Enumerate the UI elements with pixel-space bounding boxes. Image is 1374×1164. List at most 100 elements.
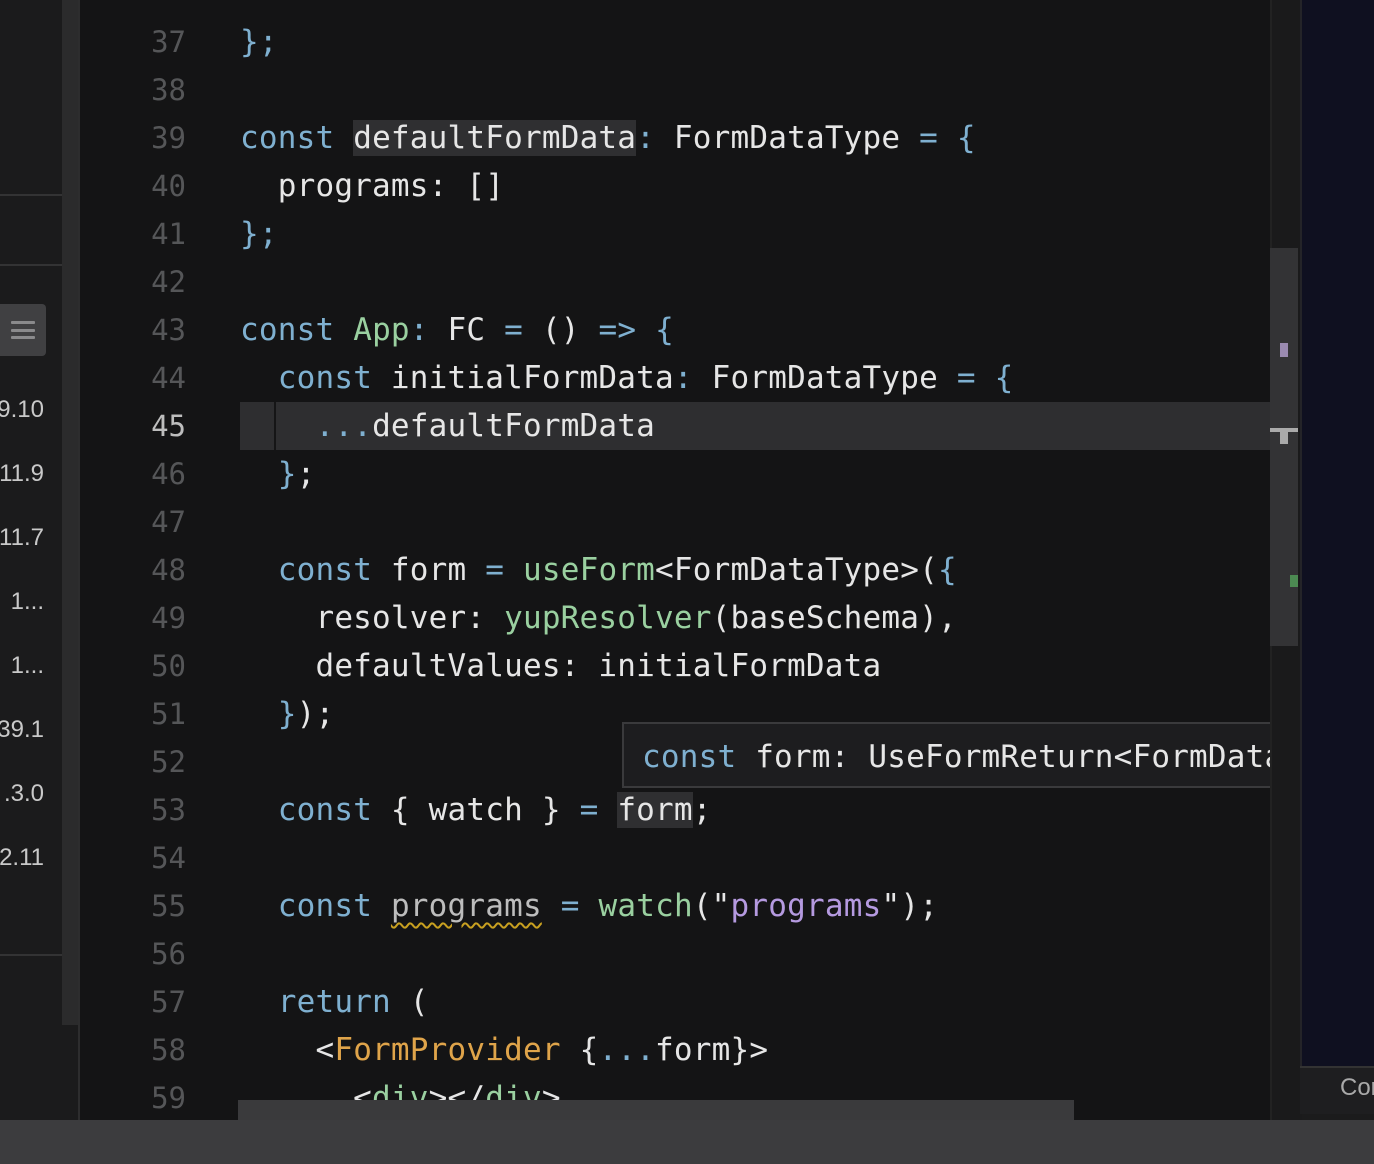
code-token: = <box>579 792 599 828</box>
code-token: => <box>598 312 637 348</box>
code-token: const <box>277 792 373 828</box>
code-line[interactable]: 41 }; <box>80 210 1270 258</box>
code-token: defaultValues: initialFormData <box>240 648 882 684</box>
line-number: 50 <box>151 649 186 683</box>
panel-divider <box>0 954 62 956</box>
line-number: 47 <box>151 505 186 539</box>
horizontal-scrollbar[interactable] <box>238 1100 1074 1120</box>
list-icon <box>11 321 35 339</box>
code-token: const <box>277 360 373 396</box>
line-number: 43 <box>151 313 186 347</box>
code-token: watch <box>598 888 693 924</box>
code-line[interactable]: 45 ...defaultFormData <box>80 402 1270 450</box>
code-token: const <box>277 552 373 588</box>
left-side-panel: 9.10 11.9 .11.7 1... 1... 39.1 .3.0 2.11 <box>0 0 62 1120</box>
code-line[interactable]: 48 const form = useForm<FormDataType>({ <box>80 546 1270 594</box>
code-line[interactable]: 40 programs: [] <box>80 162 1270 210</box>
line-number: 53 <box>151 793 186 827</box>
version-label: 9.10 <box>0 396 44 423</box>
code-token: }; <box>240 216 278 252</box>
code-token: : <box>673 360 693 396</box>
code-token: const <box>240 312 335 348</box>
code-token: } <box>277 696 297 732</box>
line-number: 49 <box>151 601 186 635</box>
version-label: 1... <box>10 652 44 679</box>
code-line[interactable]: 50 defaultValues: initialFormData <box>80 642 1270 690</box>
code-token: const <box>240 120 335 156</box>
panel-divider <box>0 264 62 266</box>
line-number: 38 <box>151 73 186 107</box>
code-token: = <box>485 552 505 588</box>
code-token: ... <box>598 1032 656 1068</box>
version-label: .3.0 <box>3 780 44 807</box>
line-number: 48 <box>151 553 186 587</box>
code-line[interactable]: 39 const defaultFormData: FormDataType =… <box>80 114 1270 162</box>
code-token: = <box>919 120 939 156</box>
code-token: form <box>617 792 693 828</box>
code-line[interactable]: 47 <box>80 498 1270 546</box>
code-line[interactable]: 53 const { watch } = form; <box>80 786 1270 834</box>
code-line[interactable]: 38 <box>80 66 1270 114</box>
right-side-panel <box>1300 0 1374 1066</box>
line-number: 42 <box>151 265 186 299</box>
hover-tooltip: const form: UseFormReturn<FormDataType <box>622 722 1374 788</box>
code-line[interactable]: 49 resolver: yupResolver(baseSchema), <box>80 594 1270 642</box>
right-panel-footer[interactable]: Cor <box>1300 1066 1374 1114</box>
cursor-marker <box>1280 432 1288 444</box>
tooltip-type: form: UseFormReturn<FormDataType <box>736 739 1359 775</box>
line-number: 46 <box>151 457 186 491</box>
code-line[interactable]: 56 <box>80 930 1270 978</box>
code-token: = <box>504 312 524 348</box>
code-token: <FormDataType>( <box>655 552 939 588</box>
code-line[interactable]: 55 const programs = watch("programs"); <box>80 882 1270 930</box>
code-line[interactable]: 58 <FormProvider {...form}> <box>80 1026 1270 1074</box>
code-token: < <box>240 1032 335 1068</box>
code-line[interactable]: 43 const App: FC = () => { <box>80 306 1270 354</box>
overview-marker <box>1290 575 1298 587</box>
code-line[interactable]: 37 }; <box>80 18 1270 66</box>
tooltip-keyword: const <box>642 739 737 775</box>
code-token: yupResolver <box>504 600 712 636</box>
code-line[interactable]: 44 const initialFormData: FormDataType =… <box>80 354 1270 402</box>
code-token: form}> <box>655 1032 769 1068</box>
code-line[interactable]: 54 <box>80 834 1270 882</box>
footer-label: Cor <box>1340 1074 1374 1101</box>
code-line[interactable]: 46 }; <box>80 450 1270 498</box>
line-number: 59 <box>151 1081 186 1115</box>
code-token: FC <box>428 312 505 348</box>
code-token: defaultFormData <box>372 408 656 444</box>
code-token: return <box>277 984 391 1020</box>
status-bar <box>0 1120 1374 1164</box>
line-number: 37 <box>151 25 186 59</box>
code-token: ; <box>296 456 316 492</box>
panel-divider <box>0 194 62 196</box>
code-token: () <box>523 312 599 348</box>
code-editor[interactable]: 37 }; 38 39 const defaultFormData: FormD… <box>80 0 1270 1120</box>
line-number: 39 <box>151 121 186 155</box>
code-line[interactable]: 57 return ( <box>80 978 1270 1026</box>
code-token: defaultFormData <box>353 120 637 156</box>
code-token: useForm <box>523 552 656 588</box>
code-token: { <box>655 312 674 348</box>
code-token: } <box>277 456 297 492</box>
code-line[interactable]: 42 <box>80 258 1270 306</box>
version-label: 2.11 <box>0 844 44 871</box>
code-token: resolver: <box>240 600 505 636</box>
unused-variable-warning[interactable]: programs <box>391 888 542 924</box>
left-panel-scrollbar[interactable] <box>62 0 78 1025</box>
overview-marker <box>1280 343 1288 357</box>
list-view-button[interactable] <box>0 304 46 356</box>
code-token: = <box>560 888 580 924</box>
